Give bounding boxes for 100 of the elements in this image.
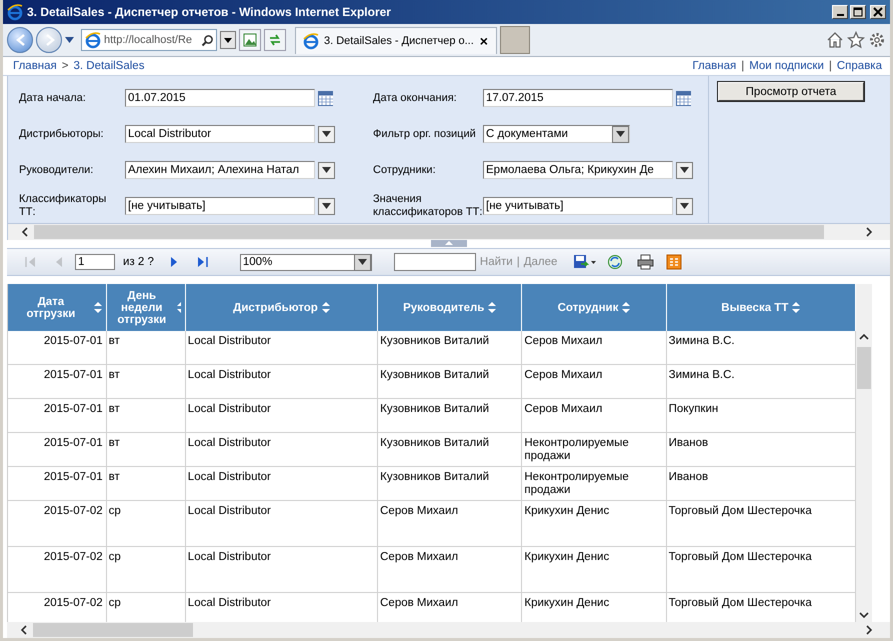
breadcrumb-separator: > <box>62 60 68 72</box>
table-cell: 2015-07-02 <box>8 546 106 592</box>
address-dropdown[interactable] <box>220 31 236 49</box>
close-icon <box>873 7 883 17</box>
dropdown-button[interactable] <box>676 198 693 214</box>
minimize-button[interactable] <box>832 5 848 19</box>
table-cell: Торговый Дом Шестерочка <box>666 500 856 546</box>
page-count: из 2 ? <box>123 256 154 268</box>
scroll-thumb[interactable] <box>857 347 871 389</box>
sort-icon[interactable] <box>792 302 800 313</box>
dropdown-button[interactable] <box>318 126 335 142</box>
settings-icon[interactable] <box>868 31 886 49</box>
table-cell: Local Distributor <box>185 500 378 546</box>
header-link[interactable]: Главная <box>692 60 736 72</box>
table-cell: Local Distributor <box>185 364 378 398</box>
parameter-label: Дата окончания: <box>373 92 458 104</box>
sort-icon[interactable] <box>176 302 181 313</box>
table-cell: Серов Михаил <box>522 364 666 398</box>
table-cell: вт <box>106 466 186 500</box>
table-cell: Кузовников Виталий <box>378 398 522 432</box>
table-cell: Local Distributor <box>185 546 378 592</box>
caret-icon <box>322 131 331 137</box>
table-cell: вт <box>106 398 186 432</box>
browser-logo-icon <box>6 3 24 21</box>
horizontal-scrollbar[interactable] <box>7 622 890 638</box>
table-cell: 2015-07-02 <box>8 500 106 546</box>
print-icon[interactable] <box>637 254 654 270</box>
browser-tab[interactable]: 3. DetailSales - Диспетчер о... × <box>295 26 497 54</box>
close-button[interactable] <box>870 5 886 19</box>
breadcrumb-link[interactable]: Главная <box>13 60 57 72</box>
caret-icon <box>224 38 232 42</box>
view-report-button[interactable]: Просмотр отчета <box>718 82 864 101</box>
picture-icon[interactable] <box>239 29 261 51</box>
table-cell: Local Distributor <box>185 432 378 466</box>
vertical-scrollbar[interactable] <box>856 284 872 622</box>
address-field[interactable]: http://localhost/Re <box>81 29 217 51</box>
forward-button[interactable] <box>36 27 62 53</box>
maximize-icon <box>853 7 863 17</box>
table-cell: Кузовников Виталий <box>378 466 522 500</box>
multi-select-field: [не учитывать] <box>483 197 673 215</box>
column-header[interactable]: Вывеска ТТ <box>666 284 856 331</box>
find-field[interactable] <box>394 253 476 271</box>
caret-icon <box>322 203 331 209</box>
minimize-icon <box>836 14 844 16</box>
home-icon[interactable] <box>826 31 844 49</box>
calendar-icon[interactable] <box>676 90 691 106</box>
breadcrumb-link[interactable]: 3. DetailSales <box>74 60 144 72</box>
table-cell: Local Distributor <box>185 466 378 500</box>
page-number-field[interactable]: 1 <box>75 254 115 270</box>
column-header[interactable]: Дата отгрузки <box>8 284 106 331</box>
table-cell: 2015-07-01 <box>8 398 106 432</box>
table-cell: Покупкин <box>666 398 856 432</box>
table-cell: Кузовников Виталий <box>378 331 522 364</box>
horizontal-scrollbar[interactable] <box>8 224 890 240</box>
table-cell: вт <box>106 331 186 364</box>
table-cell: Крикухин Денис <box>522 500 666 546</box>
table-cell: ср <box>106 546 186 592</box>
caret-icon <box>322 167 331 173</box>
table-cell: 2015-07-01 <box>8 364 106 398</box>
header-link[interactable]: Мои подписки <box>749 60 824 72</box>
dropdown-button[interactable] <box>318 198 335 214</box>
sort-icon[interactable] <box>488 302 496 313</box>
calendar-icon[interactable] <box>318 90 333 106</box>
column-header[interactable]: День недели отгрузки <box>106 284 186 331</box>
table-cell: 2015-07-01 <box>8 432 106 466</box>
date-field[interactable]: 01.07.2015 <box>125 89 315 107</box>
column-header[interactable]: Дистрибьютор <box>185 284 378 331</box>
report-feed-icon[interactable] <box>666 254 682 270</box>
search-icon[interactable] <box>201 34 214 46</box>
table-cell: Кузовников Виталий <box>378 432 522 466</box>
link-separator: | <box>741 60 744 72</box>
parameter-label: Сотрудники: <box>373 164 437 176</box>
table-cell: Серов Михаил <box>378 500 522 546</box>
table-cell: Серов Михаил <box>522 398 666 432</box>
splitter-handle[interactable] <box>430 240 466 247</box>
back-button[interactable] <box>7 27 33 53</box>
column-header[interactable]: Руководитель <box>378 284 522 331</box>
sort-icon[interactable] <box>322 302 330 313</box>
page-icon <box>84 31 102 49</box>
page-icon <box>302 32 320 50</box>
save-icon[interactable] <box>573 254 598 270</box>
dropdown-button[interactable] <box>676 162 693 178</box>
select-field[interactable]: С документами <box>483 125 630 143</box>
dropdown-arrow-icon[interactable] <box>65 37 74 43</box>
multi-select-field: Алехин Михаил; Алехина Натал <box>125 161 315 179</box>
parameter-label: Фильтр орг. позиций <box>373 128 477 140</box>
sort-icon[interactable] <box>622 302 630 313</box>
date-field[interactable]: 17.07.2015 <box>483 89 673 107</box>
header-link[interactable]: Справка <box>836 60 882 72</box>
table-cell: вт <box>106 364 186 398</box>
sort-icon[interactable] <box>94 302 102 313</box>
parameter-label: Дистрибьюторы: <box>19 128 105 140</box>
dropdown-button[interactable] <box>318 162 335 178</box>
multi-select-field: Ермолаева Ольга; Крикухин Де <box>483 161 673 179</box>
favorites-star-icon[interactable] <box>847 31 865 49</box>
tab-close-button[interactable]: × <box>478 32 490 48</box>
zoom-select[interactable]: 100% <box>240 254 372 270</box>
table-cell: Неконтролируемые продажи <box>522 432 666 466</box>
column-header[interactable]: Сотрудник <box>522 284 666 331</box>
maximize-button[interactable] <box>850 5 866 19</box>
